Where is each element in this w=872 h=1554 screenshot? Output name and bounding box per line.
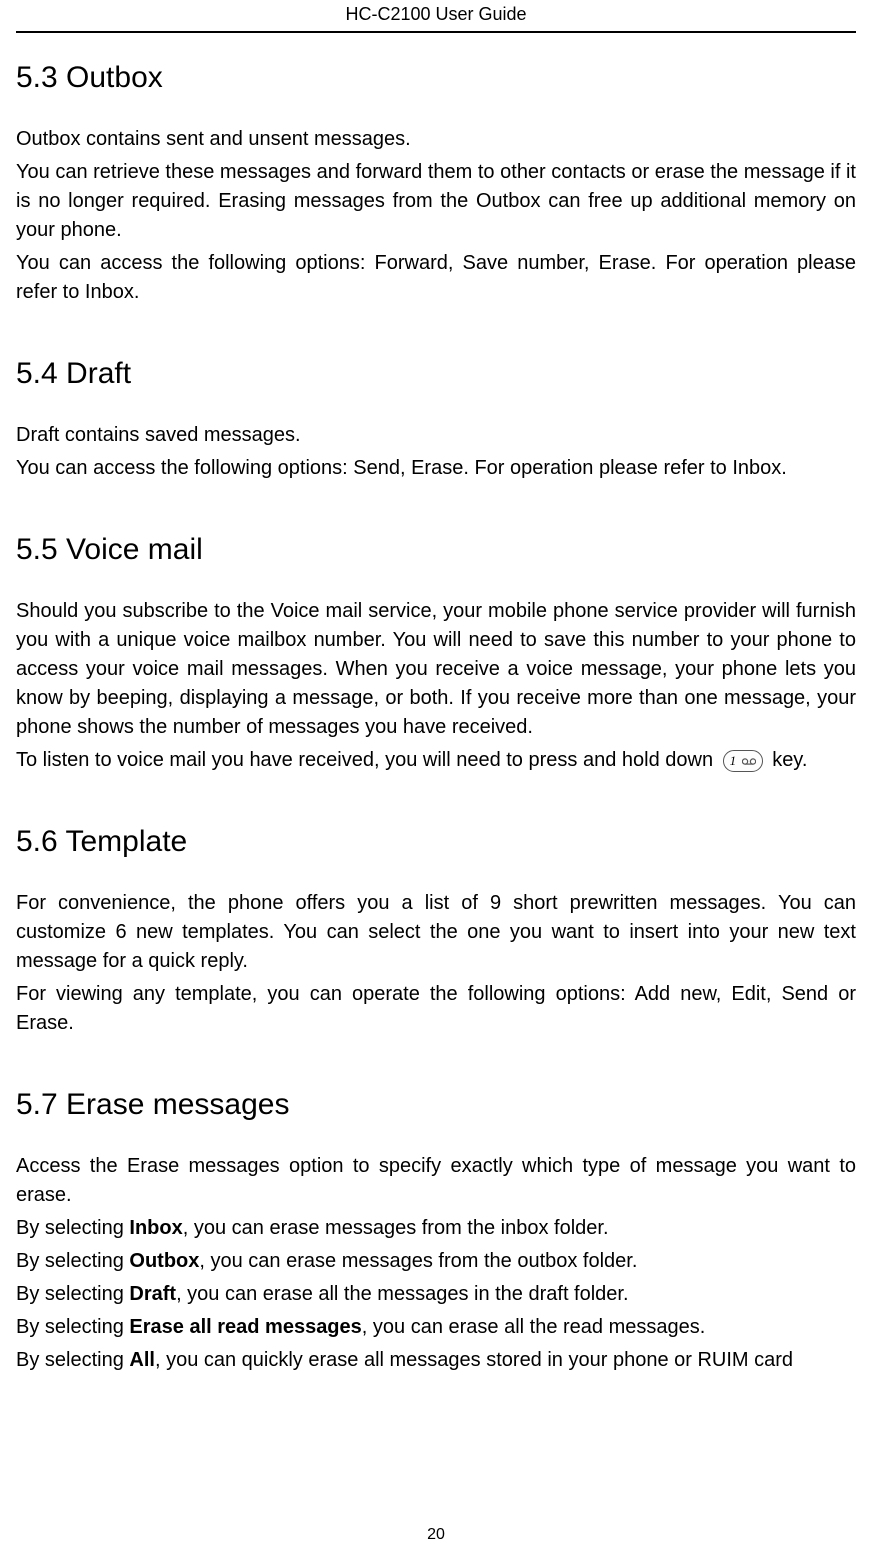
para-erase-intro: Access the Erase messages option to spec… <box>16 1152 856 1210</box>
erase-line-text: , you can erase messages from the outbox… <box>199 1250 637 1272</box>
heading-draft: 5.4 Draft <box>16 357 856 391</box>
erase-option-inbox: Inbox <box>129 1217 182 1239</box>
para-outbox-2: You can retrieve these messages and forw… <box>16 158 856 245</box>
erase-option-draft: Draft <box>129 1283 176 1305</box>
para-template-1: For convenience, the phone offers you a … <box>16 889 856 976</box>
para-draft-1: Draft contains saved messages. <box>16 421 856 450</box>
erase-line-outbox: By selecting Outbox, you can erase messa… <box>16 1247 856 1276</box>
erase-option-all: All <box>129 1349 155 1371</box>
para-voicemail-1: Should you subscribe to the Voice mail s… <box>16 597 856 742</box>
erase-option-outbox: Outbox <box>129 1250 199 1272</box>
para-draft-2: You can access the following options: Se… <box>16 454 856 483</box>
erase-option-read: Erase all read messages <box>129 1316 361 1338</box>
heading-outbox: 5.3 Outbox <box>16 61 856 95</box>
erase-line-all: By selecting All, you can quickly erase … <box>16 1346 856 1375</box>
voicemail-icon <box>742 757 756 766</box>
erase-line-text: , you can erase all the messages in the … <box>176 1283 628 1305</box>
erase-line-text: By selecting <box>16 1283 129 1305</box>
page: HC-C2100 User Guide 5.3 Outbox Outbox co… <box>0 0 872 1554</box>
para-voicemail-2a: To listen to voice mail you have receive… <box>16 749 719 771</box>
erase-line-text: , you can quickly erase all messages sto… <box>155 1349 793 1371</box>
para-voicemail-2: To listen to voice mail you have receive… <box>16 746 856 775</box>
erase-line-inbox: By selecting Inbox, you can erase messag… <box>16 1214 856 1243</box>
heading-template: 5.6 Template <box>16 825 856 859</box>
header-rule <box>16 31 856 33</box>
page-number: 20 <box>0 1526 872 1544</box>
erase-line-draft: By selecting Draft, you can erase all th… <box>16 1280 856 1309</box>
para-template-2: For viewing any template, you can operat… <box>16 980 856 1038</box>
key-1-label: 1 <box>730 752 737 771</box>
erase-line-text: , you can erase messages from the inbox … <box>183 1217 609 1239</box>
erase-line-text: By selecting <box>16 1217 129 1239</box>
erase-line-text: By selecting <box>16 1250 129 1272</box>
key-1-icon: 1 <box>723 750 763 772</box>
heading-voice-mail: 5.5 Voice mail <box>16 533 856 567</box>
para-voicemail-2b: key. <box>772 749 807 771</box>
para-outbox-3: You can access the following options: Fo… <box>16 249 856 307</box>
header-title: HC-C2100 User Guide <box>16 0 856 31</box>
erase-line-text: By selecting <box>16 1316 129 1338</box>
heading-erase-messages: 5.7 Erase messages <box>16 1088 856 1122</box>
erase-line-read: By selecting Erase all read messages, yo… <box>16 1313 856 1342</box>
erase-line-text: By selecting <box>16 1349 129 1371</box>
erase-line-text: , you can erase all the read messages. <box>362 1316 706 1338</box>
para-outbox-1: Outbox contains sent and unsent messages… <box>16 125 856 154</box>
